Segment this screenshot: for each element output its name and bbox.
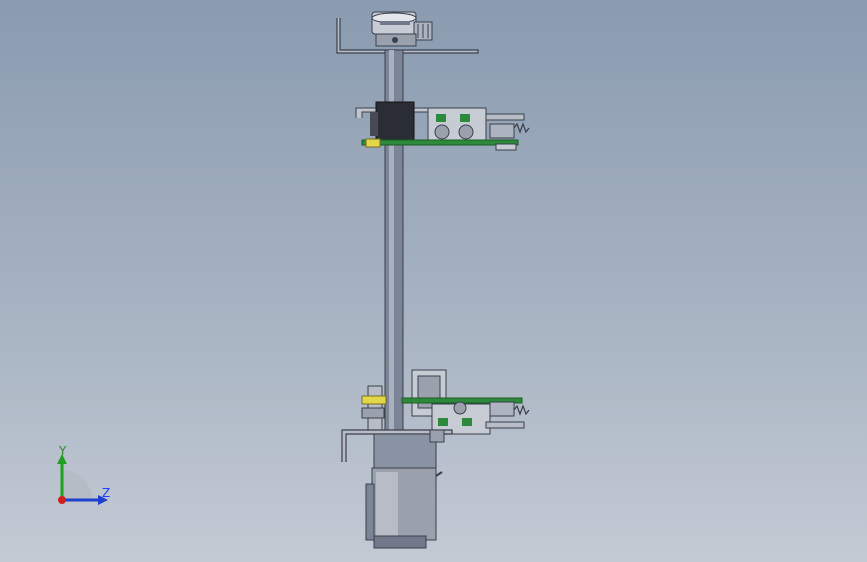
y-axis-label: Y [59, 444, 67, 458]
triad-axes-icon [57, 454, 108, 505]
orientation-triad: Y Z [40, 440, 130, 520]
top-bracket-assembly[interactable] [336, 11, 479, 54]
base-motor-assembly[interactable] [341, 429, 453, 549]
z-axis-label: Z [102, 486, 111, 500]
upper-carriage[interactable] [355, 101, 530, 151]
cad-assembly-model[interactable] [0, 0, 867, 562]
graphics-viewport[interactable]: Y Z [0, 0, 867, 562]
